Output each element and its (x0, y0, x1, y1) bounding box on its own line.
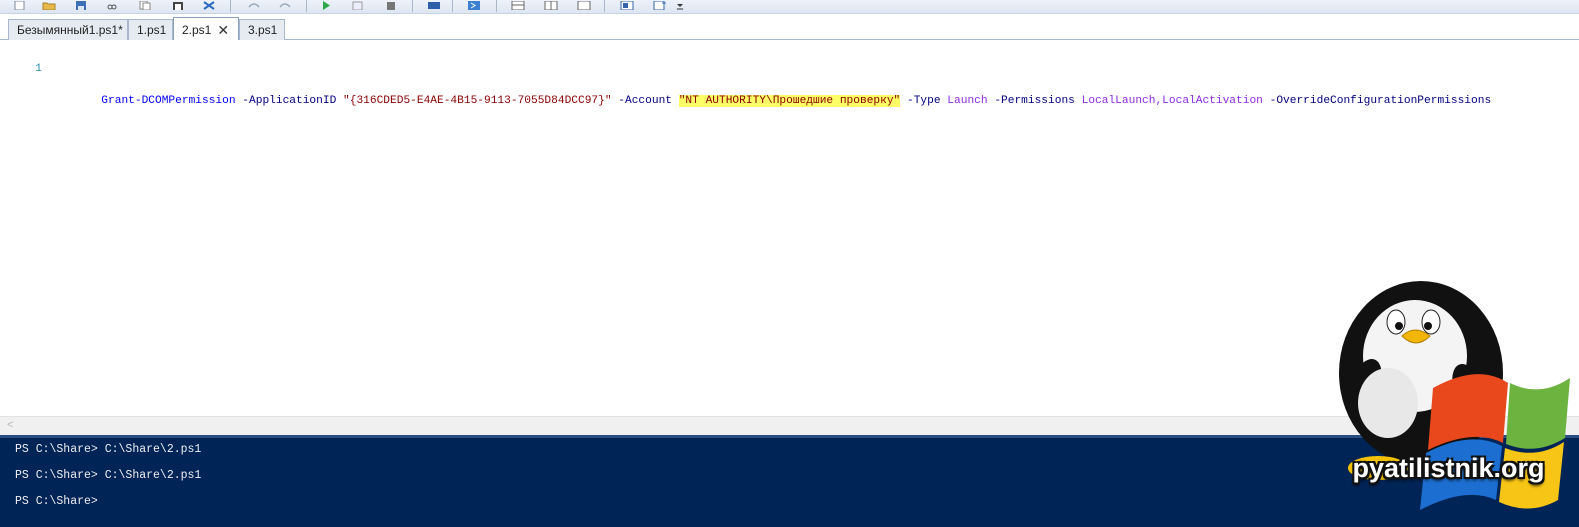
parameter-token: -Type (907, 95, 941, 107)
cut-icon[interactable] (104, 0, 120, 10)
argument-token: LocalLaunch,LocalActivation (1081, 95, 1263, 107)
remote-powershell-icon[interactable] (426, 0, 442, 10)
tab-label: Безымянный1.ps1* (17, 23, 123, 37)
copy-icon[interactable] (137, 0, 153, 10)
tab-label: 2.ps1 (182, 22, 212, 37)
scroll-left-arrow[interactable]: < (7, 419, 13, 431)
close-icon[interactable]: ✕ (217, 23, 229, 37)
console-line: PS C:\Share> C:\Share\2.ps1 (15, 443, 202, 456)
script-tabs: Безымянный1.ps1* 1.ps1 2.ps1 ✕ 3.ps1 (0, 14, 1579, 41)
code-line: 1 Grant-DCOMPermission -ApplicationID "{… (0, 45, 1579, 107)
run-icon[interactable] (318, 0, 334, 10)
open-file-icon[interactable] (41, 0, 57, 10)
show-script-pane-maximized-icon[interactable] (576, 0, 592, 10)
parameter-token: -Account (618, 95, 672, 107)
stop-icon[interactable] (383, 0, 399, 10)
start-powershell-icon[interactable] (466, 0, 482, 10)
tab-label: 1.ps1 (137, 23, 167, 37)
logo-text: pyatilistnik.org (1352, 453, 1545, 483)
console-prompt: PS C:\Share> (15, 495, 98, 508)
tab-1-ps1[interactable]: 1.ps1 (128, 19, 173, 40)
console-line: PS C:\Share> C:\Share\2.ps1 (15, 469, 202, 482)
redo-icon[interactable] (277, 0, 293, 10)
show-command-window-icon[interactable] (619, 0, 635, 10)
highlighted-string-token: "NT AUTHORITY\Прошедшие проверку" (678, 95, 901, 107)
parameter-token: -Permissions (994, 95, 1075, 107)
argument-token: Launch (947, 95, 988, 107)
parameter-token: -OverrideConfigurationPermissions (1269, 95, 1492, 107)
site-logo: pyatilistnik.org (1318, 278, 1579, 527)
paste-icon[interactable] (170, 0, 186, 10)
undo-icon[interactable] (246, 0, 262, 10)
string-token: "{316CDED5-E4AE-4B15-9113-7055D84DCC97}" (343, 95, 612, 107)
tab-3-ps1[interactable]: 3.ps1 (239, 19, 285, 40)
new-file-icon[interactable] (11, 0, 27, 10)
code-text[interactable]: Grant-DCOMPermission -ApplicationID "{31… (61, 77, 1491, 125)
show-command-addon-icon[interactable] (652, 0, 668, 10)
tab-label: 3.ps1 (248, 23, 278, 37)
line-number: 1 (35, 63, 42, 75)
run-selection-icon[interactable] (350, 0, 366, 10)
clear-icon[interactable] (201, 0, 217, 10)
parameter-token: -ApplicationID (242, 95, 337, 107)
save-icon[interactable] (73, 0, 89, 10)
show-script-pane-top-icon[interactable] (510, 0, 526, 10)
tab-untitled1[interactable]: Безымянный1.ps1* (8, 19, 128, 40)
cmdlet-token: Grant-DCOMPermission (101, 95, 236, 107)
toolbar (0, 0, 1579, 14)
show-script-pane-right-icon[interactable] (543, 0, 559, 10)
toolbar-overflow-icon[interactable] (675, 0, 685, 10)
penguin-windows-logo-icon (1339, 281, 1570, 510)
tab-2-ps1[interactable]: 2.ps1 ✕ (173, 17, 239, 41)
